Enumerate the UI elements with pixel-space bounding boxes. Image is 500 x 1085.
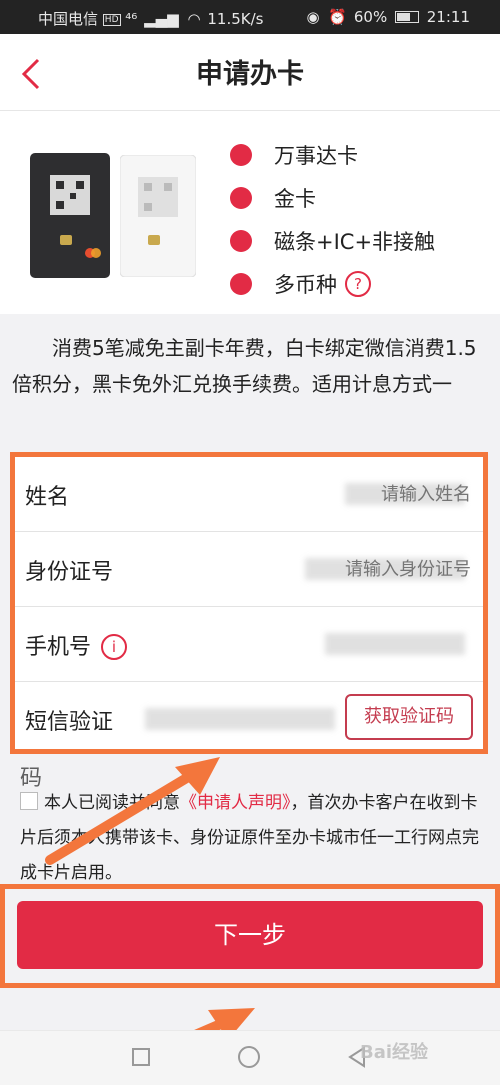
- bullet-dot-icon: [230, 186, 252, 209]
- recent-apps-icon[interactable]: [132, 1048, 150, 1066]
- info-icon[interactable]: i: [101, 634, 128, 660]
- watermark: Bai经验: [360, 1042, 429, 1063]
- application-form: 姓名 身份证号 手机号 i 短信验证 获取验证码: [10, 452, 488, 754]
- feature-item: 万事达卡: [230, 133, 435, 176]
- wifi-icon: ◠: [187, 10, 201, 28]
- get-code-button[interactable]: 获取验证码: [345, 694, 473, 740]
- header: 申请办卡: [0, 34, 500, 111]
- agree-checkbox[interactable]: [20, 792, 38, 810]
- alarm-icon: ⏰: [328, 8, 348, 26]
- bullet-dot-icon: [230, 229, 252, 252]
- eye-icon: ◉: [306, 8, 320, 26]
- bullet-dot-icon: [230, 143, 252, 166]
- black-card-image: [30, 153, 110, 278]
- hd-icon: HD: [102, 14, 121, 26]
- blurred-placeholder: [145, 708, 335, 730]
- feature-label: 金卡: [274, 186, 316, 211]
- feature-list: 万事达卡 金卡 磁条+IC+非接触 多币种 ?: [230, 133, 435, 305]
- card-description: 消费5笔减免主副卡年费，白卡绑定微信消费1.5倍积分，黑卡免外汇兑换手续费。适用…: [12, 336, 477, 396]
- feature-item: 金卡: [230, 176, 435, 219]
- feature-label: 万事达卡: [274, 143, 358, 168]
- next-button-highlight: 下一步: [0, 884, 500, 988]
- page-title: 申请办卡: [196, 59, 304, 90]
- home-icon[interactable]: [238, 1046, 260, 1068]
- battery-percent: 60%: [353, 8, 388, 26]
- name-label: 姓名: [25, 485, 70, 510]
- phone-input[interactable]: [319, 623, 473, 665]
- bullet-dot-icon: [230, 272, 252, 295]
- battery-icon: [394, 11, 419, 23]
- phone-label-wrap: 手机号 i: [25, 629, 128, 661]
- annotation-arrow-icon: [45, 757, 220, 865]
- sms-label: 短信验证: [25, 710, 114, 735]
- white-card-image: [120, 155, 196, 277]
- clock: 21:11: [426, 8, 470, 26]
- phone-row: 手机号 i: [15, 607, 483, 682]
- card-info-section: 万事达卡 金卡 磁条+IC+非接触 多币种 ?: [0, 111, 500, 314]
- help-icon[interactable]: ?: [345, 270, 371, 297]
- feature-label: 磁条+IC+非接触: [274, 229, 436, 254]
- name-row: 姓名: [15, 457, 483, 532]
- id-number-input[interactable]: [319, 548, 473, 590]
- signal-bars-icon: ▂▄▆: [144, 10, 179, 28]
- carrier-label: 中国电信: [38, 10, 99, 28]
- signal-icon: ⁴⁶: [125, 10, 138, 28]
- id-label: 身份证号: [25, 560, 114, 585]
- status-bar: 中国电信 HD ⁴⁶ ▂▄▆ ◠ 11.5K/s ◉ ⏰ 60% 21:11: [0, 0, 500, 34]
- network-speed: 11.5K/s: [207, 10, 264, 28]
- next-step-button[interactable]: 下一步: [17, 901, 483, 969]
- sms-code-input[interactable]: [329, 698, 333, 740]
- phone-label: 手机号: [25, 635, 92, 660]
- feature-item: 磁条+IC+非接触: [230, 219, 435, 262]
- feature-item: 多币种 ?: [230, 262, 435, 305]
- id-row: 身份证号: [15, 532, 483, 607]
- feature-label: 多币种: [274, 272, 337, 297]
- name-input[interactable]: [319, 473, 473, 515]
